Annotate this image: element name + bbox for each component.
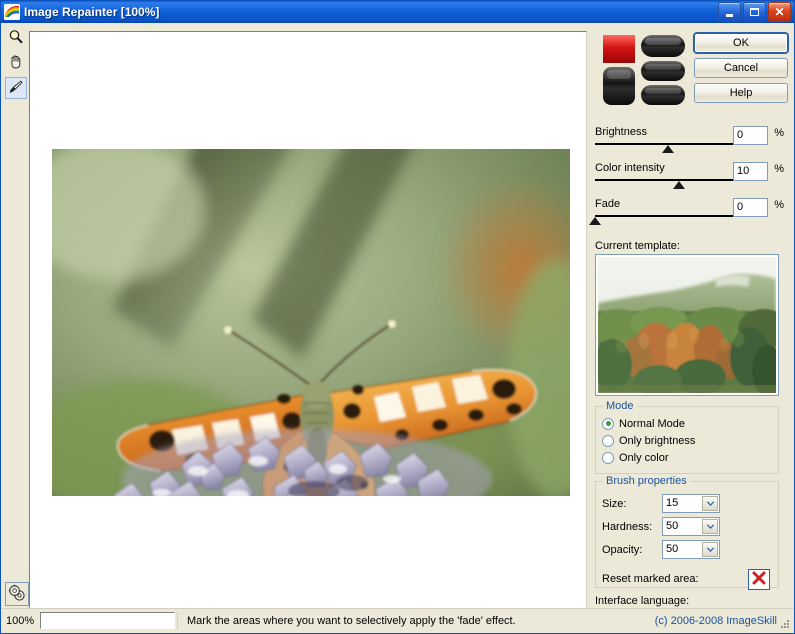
resize-grip-icon[interactable] xyxy=(779,618,791,630)
brush-opacity-row: Opacity: 50 xyxy=(602,539,778,560)
template-preview[interactable] xyxy=(595,254,779,396)
color-intensity-slider[interactable] xyxy=(595,175,740,189)
brightness-slider-group: Brightness 0 % xyxy=(595,126,788,153)
rainbow-app-icon xyxy=(4,4,20,20)
settings-tool[interactable] xyxy=(5,582,29,606)
color-intensity-thumb[interactable] xyxy=(673,181,686,189)
fade-thumb[interactable] xyxy=(589,217,601,225)
reset-marked-area-label: Reset marked area: xyxy=(602,573,699,585)
progress-bar xyxy=(40,612,175,629)
reset-marked-area-button[interactable] xyxy=(748,568,770,590)
mode-group-title: Mode xyxy=(603,400,637,412)
radio-only-brightness[interactable]: Only brightness xyxy=(602,432,778,449)
minimize-button[interactable] xyxy=(718,2,741,22)
butterfly-photo[interactable] xyxy=(52,149,570,496)
radio-icon xyxy=(602,434,614,447)
pan-tool[interactable] xyxy=(5,52,27,74)
radio-icon-selected xyxy=(602,417,614,430)
color-intensity-value[interactable]: 10 xyxy=(733,162,768,181)
fade-slider[interactable] xyxy=(589,211,740,225)
title-bar: Image Repainter [100%] ✕ xyxy=(1,1,794,23)
brush-group-title: Brush properties xyxy=(603,475,690,487)
magnifier-icon xyxy=(8,29,24,48)
control-panel: OK Cancel Help Brightness 0 % Color inte… xyxy=(589,25,794,629)
radio-normal-mode-label: Normal Mode xyxy=(619,417,686,430)
chevron-down-icon[interactable] xyxy=(702,519,718,534)
brush-opacity-combo[interactable]: 50 xyxy=(662,540,720,559)
radio-icon xyxy=(602,451,614,464)
chevron-down-icon[interactable] xyxy=(702,496,718,511)
radio-only-brightness-label: Only brightness xyxy=(619,434,696,447)
radio-normal-mode[interactable]: Normal Mode xyxy=(602,415,778,432)
ok-button[interactable]: OK xyxy=(694,33,788,53)
image-canvas[interactable] xyxy=(29,31,587,609)
brush-properties-group: Brush properties Size: 15 Hardness: 50 O… xyxy=(595,475,779,591)
fade-value[interactable]: 0 xyxy=(733,198,768,217)
maximize-icon xyxy=(750,8,759,16)
interface-language-label: Interface language: xyxy=(595,595,690,607)
brightness-slider[interactable] xyxy=(595,139,740,153)
fade-slider-group: Fade 0 % xyxy=(589,198,788,225)
status-bar: 100% Mark the areas where you want to se… xyxy=(2,608,793,632)
status-divider xyxy=(177,611,178,630)
brush-opacity-label: Opacity: xyxy=(602,543,643,556)
red-x-icon xyxy=(752,571,766,588)
zoom-tool[interactable] xyxy=(5,27,27,49)
fade-track xyxy=(595,215,740,217)
cancel-button[interactable]: Cancel xyxy=(694,58,788,78)
fade-unit: % xyxy=(774,199,784,211)
brush-hardness-combo[interactable]: 50 xyxy=(662,517,720,536)
color-intensity-slider-group: Color intensity 10 % xyxy=(595,162,788,189)
brush-size-combo[interactable]: 15 xyxy=(662,494,720,513)
imageskill-is-logo xyxy=(599,31,687,109)
brush-size-value: 15 xyxy=(666,497,679,509)
window-title: Image Repainter [100%] xyxy=(24,5,160,19)
hand-icon xyxy=(8,54,24,73)
chevron-down-icon[interactable] xyxy=(702,542,718,557)
brightness-value[interactable]: 0 xyxy=(733,126,768,145)
minimize-icon xyxy=(726,13,733,17)
color-intensity-unit: % xyxy=(774,163,784,175)
mode-group: Mode Normal Mode Only brightness Only co… xyxy=(595,400,779,474)
brush-hardness-row: Hardness: 50 xyxy=(602,516,778,537)
radio-only-color[interactable]: Only color xyxy=(602,449,778,466)
application-window: Image Repainter [100%] ✕ OK Cancel Help … xyxy=(0,0,795,634)
brightness-thumb[interactable] xyxy=(661,145,674,153)
brightness-unit: % xyxy=(774,127,784,139)
status-hint: Mark the areas where you want to selecti… xyxy=(187,614,516,627)
maximize-button[interactable] xyxy=(743,2,766,22)
brush-hardness-value: 50 xyxy=(666,520,679,532)
template-label: Current template: xyxy=(595,240,680,252)
brush-hardness-label: Hardness: xyxy=(602,520,653,533)
window-controls: ✕ xyxy=(718,2,794,22)
close-icon: ✕ xyxy=(774,5,785,19)
zoom-level: 100% xyxy=(6,614,35,627)
gear-icon xyxy=(8,584,26,605)
brush-icon xyxy=(8,79,24,98)
copyright-text: (c) 2006-2008 ImageSkill xyxy=(654,614,777,627)
brush-opacity-value: 50 xyxy=(666,543,679,555)
help-button[interactable]: Help xyxy=(694,83,788,103)
radio-only-color-label: Only color xyxy=(619,451,669,464)
color-intensity-track xyxy=(595,179,740,181)
reset-marked-area-row: Reset marked area: xyxy=(602,567,778,591)
close-button[interactable]: ✕ xyxy=(768,2,791,22)
brush-size-label: Size: xyxy=(602,497,627,510)
brush-size-row: Size: 15 xyxy=(602,493,778,514)
dialog-buttons: OK Cancel Help xyxy=(694,33,788,108)
tool-strip xyxy=(2,24,29,609)
brush-tool[interactable] xyxy=(4,77,27,99)
